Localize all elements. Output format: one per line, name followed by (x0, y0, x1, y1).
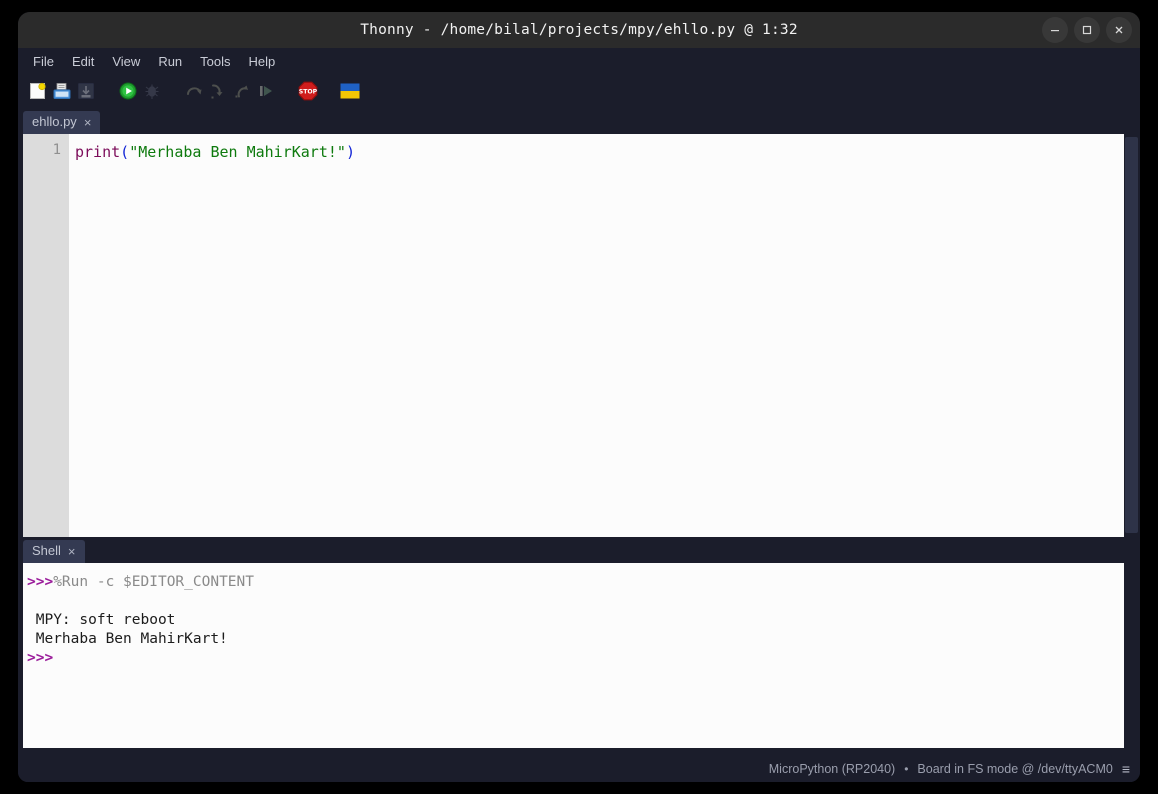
hamburger-menu-icon[interactable]: ≡ (1122, 763, 1130, 775)
open-file-button[interactable] (50, 79, 74, 103)
shell-body[interactable]: >>>%Run -c $EDITOR_CONTENT MPY: soft reb… (23, 563, 1124, 748)
run-icon (118, 81, 138, 101)
status-bar: MicroPython (RP2040) • Board in FS mode … (18, 756, 1140, 782)
step-over-icon (184, 81, 204, 101)
ukraine-flag-icon (340, 83, 360, 99)
shell-command-text: %Run -c $EDITOR_CONTENT (53, 574, 254, 590)
editor-tab-close-icon[interactable]: × (84, 117, 92, 128)
shell-line-prompt: >>> (27, 649, 1124, 668)
step-into-icon (208, 81, 228, 101)
debug-button[interactable] (140, 79, 164, 103)
shell-line-output-reboot: MPY: soft reboot (27, 611, 1124, 630)
menu-item-view[interactable]: View (103, 51, 149, 72)
step-into-button[interactable] (206, 79, 230, 103)
svg-text:STOP: STOP (299, 89, 318, 96)
close-icon (1113, 24, 1125, 36)
line-number: 1 (23, 142, 61, 158)
resume-button[interactable] (254, 79, 278, 103)
debug-icon (142, 81, 162, 101)
step-out-button[interactable] (230, 79, 254, 103)
shell-prompt-trailing: >>> (27, 650, 53, 666)
title-bar[interactable]: Thonny - /home/bilal/projects/mpy/ehllo.… (18, 12, 1140, 48)
editor-tab-row: ehllo.py × (18, 108, 1140, 134)
shell-tab[interactable]: Shell × (23, 540, 85, 563)
shell-prompt: >>> (27, 574, 53, 590)
editor-tab-label: ehllo.py (32, 115, 77, 129)
menu-item-tools[interactable]: Tools (191, 51, 239, 72)
menu-item-edit[interactable]: Edit (63, 51, 103, 72)
maximize-button[interactable] (1074, 17, 1100, 43)
shell-line-output-message: Merhaba Ben MahirKart! (27, 630, 1124, 649)
editor-body[interactable]: 1 print("Merhaba Ben MahirKart!") (23, 134, 1124, 537)
step-over-button[interactable] (182, 79, 206, 103)
stop-icon: STOP (297, 80, 319, 102)
window-title: Thonny - /home/bilal/projects/mpy/ehllo.… (360, 22, 798, 38)
minimize-icon (1049, 24, 1061, 36)
editor-pane: ehllo.py × 1 print("Merhaba Ben MahirKar… (18, 108, 1140, 537)
resume-icon (256, 81, 276, 101)
shell-tab-label: Shell (32, 544, 61, 558)
code-token-string: "Merhaba Ben MahirKart!" (129, 143, 346, 161)
shell-line-blank (27, 592, 1124, 611)
editor-code-area[interactable]: print("Merhaba Ben MahirKart!") (69, 134, 1124, 537)
menu-item-file[interactable]: File (24, 51, 63, 72)
shell-tab-close-icon[interactable]: × (68, 546, 76, 557)
save-file-icon (76, 81, 96, 101)
save-file-button[interactable] (74, 79, 98, 103)
code-token-function: print (75, 143, 120, 161)
status-board[interactable]: Board in FS mode @ /dev/ttyACM0 (917, 762, 1112, 776)
open-file-icon (52, 81, 72, 101)
code-token-open-paren: ( (120, 143, 129, 161)
ukraine-flag-button[interactable] (338, 79, 362, 103)
status-separator: • (904, 762, 908, 776)
shell-pane: Shell × >>>%Run -c $EDITOR_CONTENT MPY: … (18, 537, 1140, 756)
minimize-button[interactable] (1042, 17, 1068, 43)
editor-scrollbar[interactable] (1124, 134, 1140, 537)
new-file-button[interactable] (26, 79, 50, 103)
menu-item-run[interactable]: Run (149, 51, 191, 72)
thonny-window: Thonny - /home/bilal/projects/mpy/ehllo.… (18, 12, 1140, 782)
menu-item-help[interactable]: Help (240, 51, 285, 72)
status-interpreter[interactable]: MicroPython (RP2040) (769, 762, 895, 776)
stop-button[interactable]: STOP (296, 79, 320, 103)
step-out-icon (232, 81, 252, 101)
run-button[interactable] (116, 79, 140, 103)
close-button[interactable] (1106, 17, 1132, 43)
shell-tab-row: Shell × (18, 537, 1140, 563)
editor-scrollbar-thumb[interactable] (1125, 137, 1138, 533)
code-token-close-paren: ) (346, 143, 355, 161)
menu-bar: File Edit View Run Tools Help (18, 48, 1140, 74)
editor-gutter: 1 (23, 134, 69, 537)
new-file-icon (28, 81, 48, 101)
shell-line-command: >>>%Run -c $EDITOR_CONTENT (27, 573, 1124, 592)
editor-tab-ehllo[interactable]: ehllo.py × (23, 111, 100, 134)
window-controls (1042, 12, 1132, 48)
maximize-icon (1081, 24, 1093, 36)
toolbar: STOP (18, 74, 1140, 108)
